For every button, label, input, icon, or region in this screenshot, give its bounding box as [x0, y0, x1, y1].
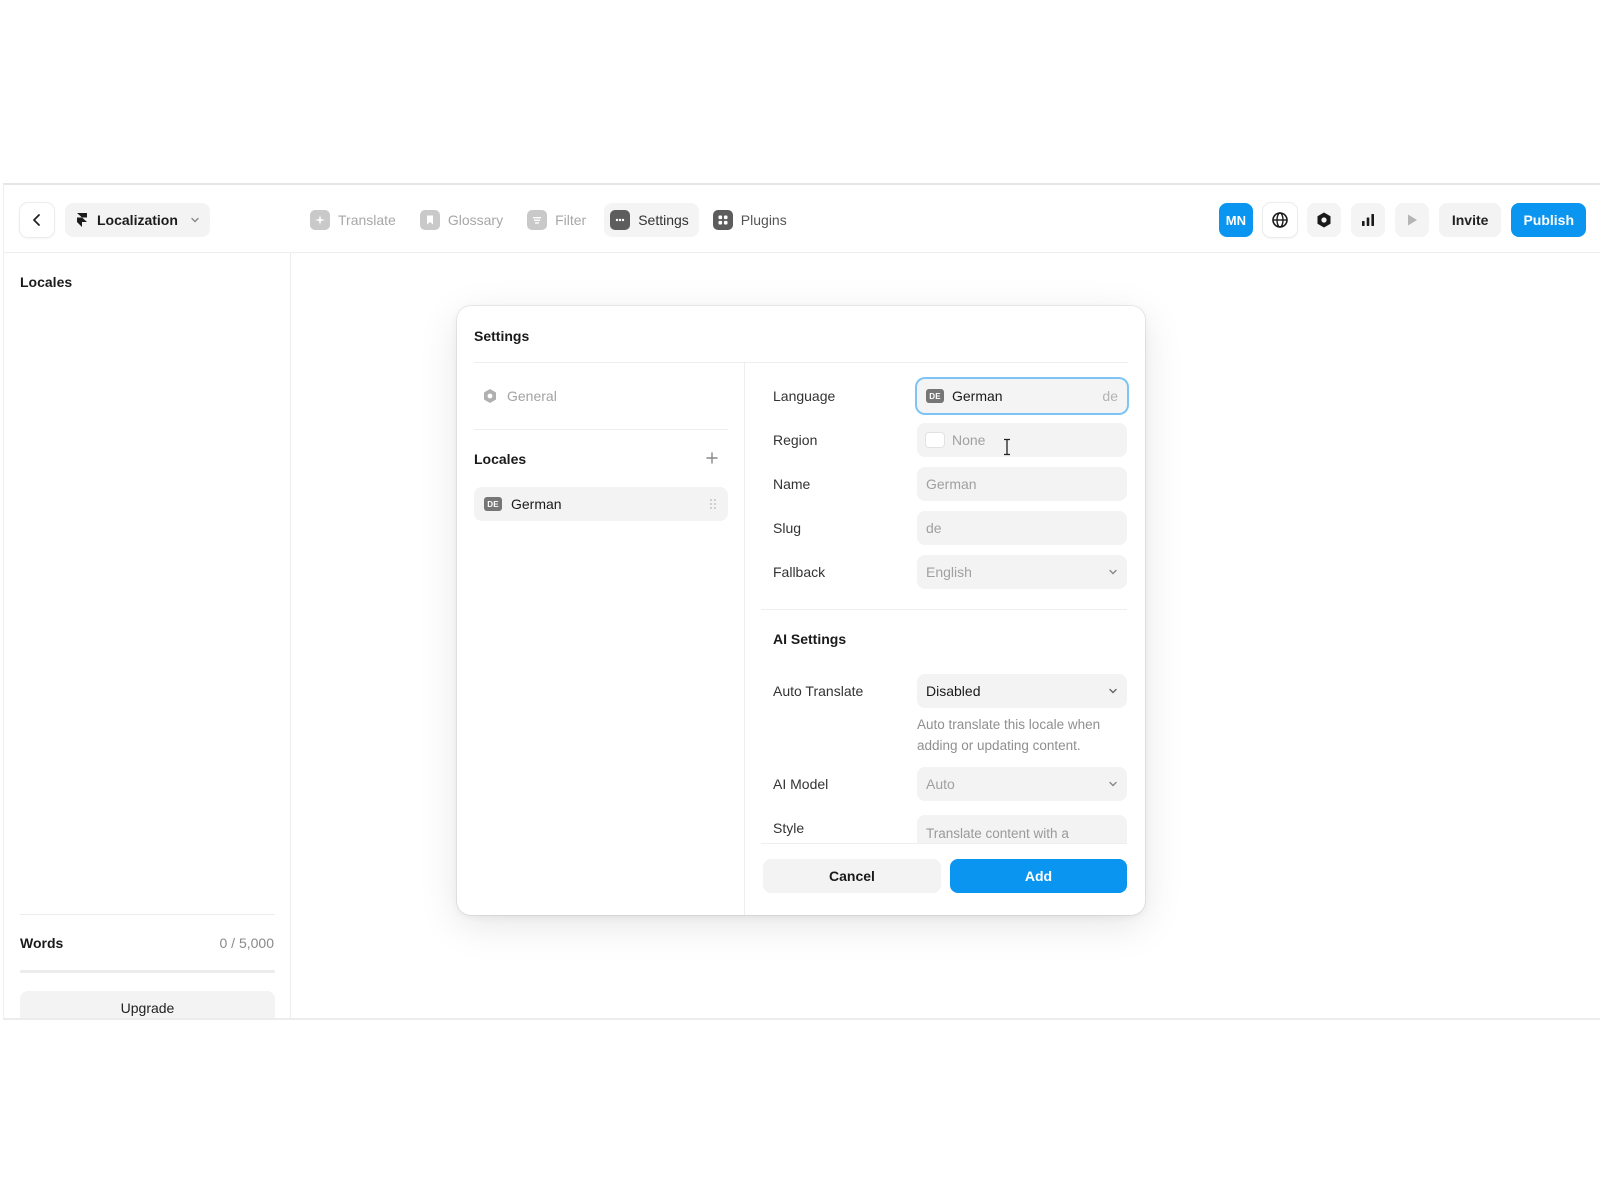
- sidebar: Locales Words 0 / 5,000 Upgrade: [4, 253, 291, 1018]
- style-label: Style: [773, 820, 805, 836]
- publish-button[interactable]: Publish: [1511, 203, 1586, 237]
- divider: [761, 843, 1127, 844]
- project-name: Localization: [97, 212, 178, 228]
- fallback-value: English: [926, 564, 972, 580]
- top-bar: Localization Translate Glossary Filter S…: [4, 185, 1600, 253]
- words-label: Words: [20, 935, 64, 951]
- avatar[interactable]: MN: [1218, 203, 1253, 237]
- language-label: Language: [773, 388, 836, 404]
- back-button[interactable]: [20, 203, 54, 237]
- auto-translate-label: Auto Translate: [773, 683, 864, 699]
- chevron-left-icon: [33, 214, 40, 226]
- plus-icon: [706, 452, 718, 464]
- auto-translate-select[interactable]: Disabled: [917, 674, 1127, 708]
- de-flag-icon: DE: [926, 389, 944, 403]
- preview-button[interactable]: [1394, 203, 1429, 237]
- bar-chart-icon: [1361, 214, 1374, 226]
- sparkle-icon: [310, 210, 330, 230]
- ai-settings-title: AI Settings: [773, 631, 847, 647]
- project-settings-button[interactable]: [1306, 203, 1341, 237]
- auto-translate-hint: Auto translate this locale when adding o…: [917, 717, 1101, 753]
- tab-translate[interactable]: Translate: [304, 203, 406, 237]
- project-switcher[interactable]: Localization: [65, 203, 210, 237]
- bookmark-icon: [419, 210, 440, 230]
- tab-filter[interactable]: Filter: [521, 203, 596, 237]
- language-code: de: [1102, 388, 1118, 404]
- language-button[interactable]: [1262, 203, 1297, 237]
- region-value: None: [952, 432, 986, 448]
- more-dots-icon: [610, 210, 631, 230]
- locale-name: German: [511, 496, 562, 512]
- nav-tabs: Translate Glossary Filter Settings Plugi…: [304, 203, 797, 237]
- gear-icon: [484, 389, 496, 403]
- tab-settings[interactable]: Settings: [604, 203, 699, 237]
- drag-handle-icon[interactable]: [708, 497, 718, 511]
- add-button[interactable]: Add: [950, 859, 1127, 893]
- empty-flag-icon: [926, 433, 944, 447]
- divider: [474, 429, 728, 430]
- fallback-label: Fallback: [773, 564, 826, 580]
- invite-button[interactable]: Invite: [1438, 203, 1502, 237]
- tab-label: Translate: [338, 212, 396, 228]
- chevron-down-icon: [1108, 686, 1118, 696]
- tab-label: Settings: [638, 212, 689, 228]
- tab-glossary[interactable]: Glossary: [414, 203, 513, 237]
- chevron-down-icon: [191, 217, 199, 223]
- language-select[interactable]: DE German de: [917, 379, 1127, 413]
- settings-dialog: Settings General Locales DE German Langu…: [457, 306, 1145, 915]
- form-scroll-area[interactable]: Language DE German de Region None Name G…: [746, 363, 1145, 843]
- framer-logo-icon: [77, 213, 87, 227]
- dialog-sidebar: General Locales DE German: [457, 363, 745, 915]
- globe-icon: [1272, 212, 1288, 228]
- region-label: Region: [773, 432, 818, 448]
- play-icon: [1407, 214, 1417, 226]
- words-count: 0 / 5,000: [219, 935, 275, 951]
- top-right-actions: MN Invite Publish: [1218, 203, 1586, 237]
- tab-label: Plugins: [740, 212, 787, 228]
- slug-field[interactable]: de: [917, 511, 1127, 545]
- divider: [20, 914, 275, 915]
- general-nav-item[interactable]: General: [482, 385, 557, 407]
- general-label: General: [507, 388, 557, 404]
- upgrade-button[interactable]: Upgrade: [20, 991, 275, 1018]
- slug-placeholder: de: [926, 520, 942, 536]
- dialog-title: Settings: [474, 328, 530, 344]
- style-textarea[interactable]: Translate content with a cheerful tone, …: [917, 815, 1127, 843]
- region-select[interactable]: None: [917, 423, 1127, 457]
- name-placeholder: German: [926, 476, 977, 492]
- slug-label: Slug: [773, 520, 802, 536]
- words-usage-bar: [20, 970, 275, 973]
- text-cursor-icon: [1004, 438, 1010, 456]
- tab-label: Glossary: [447, 212, 504, 228]
- ai-model-label: AI Model: [773, 776, 829, 792]
- cancel-button[interactable]: Cancel: [763, 859, 941, 893]
- dialog-content: Language DE German de Region None Name G…: [746, 363, 1145, 915]
- ai-model-select[interactable]: Auto: [917, 767, 1127, 801]
- fallback-select[interactable]: English: [917, 555, 1127, 589]
- chevron-down-icon: [1108, 567, 1118, 577]
- analytics-button[interactable]: [1350, 203, 1385, 237]
- ai-model-value: Auto: [926, 776, 955, 792]
- tab-plugins[interactable]: Plugins: [707, 203, 797, 237]
- de-flag-icon: DE: [484, 497, 502, 511]
- locales-title: Locales: [474, 451, 527, 467]
- sidebar-title: Locales: [20, 274, 73, 290]
- add-locale-button[interactable]: [703, 449, 721, 467]
- divider: [761, 609, 1127, 610]
- plugins-grid-icon: [712, 210, 733, 230]
- gear-icon: [1317, 212, 1331, 228]
- chevron-down-icon: [1108, 779, 1118, 789]
- locale-item-german[interactable]: DE German: [474, 487, 728, 521]
- language-value: German: [952, 388, 1003, 404]
- name-field[interactable]: German: [917, 467, 1127, 501]
- name-label: Name: [773, 476, 811, 492]
- auto-translate-value: Disabled: [926, 683, 981, 699]
- filter-icon: [527, 210, 548, 230]
- tab-label: Filter: [555, 212, 587, 228]
